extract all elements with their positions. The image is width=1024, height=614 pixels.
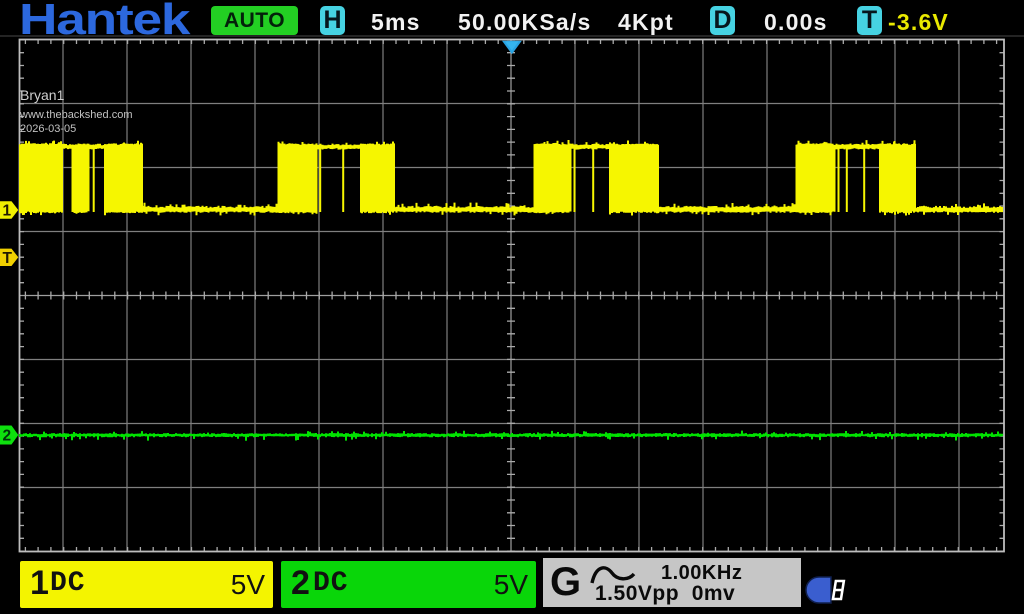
svg-text:T: T xyxy=(3,250,13,267)
svg-text:2: 2 xyxy=(3,428,12,445)
svg-text:1: 1 xyxy=(3,203,12,220)
